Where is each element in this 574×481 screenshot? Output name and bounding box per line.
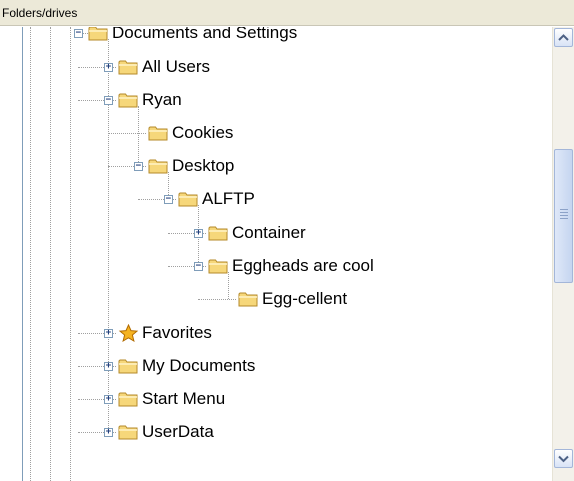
- tree-branch-line: [198, 299, 236, 300]
- expand-icon[interactable]: +: [104, 428, 113, 437]
- arrow-down-icon: [558, 455, 569, 463]
- folder-icon: [88, 27, 109, 42]
- expand-icon[interactable]: +: [104, 395, 113, 404]
- collapse-icon[interactable]: −: [164, 195, 173, 204]
- arrow-up-icon: [558, 34, 569, 41]
- tree-item-desktop[interactable]: Desktop: [172, 156, 234, 176]
- folder-icon: [208, 224, 229, 242]
- scroll-up-button[interactable]: [554, 28, 573, 47]
- folder-icon: [238, 290, 259, 308]
- folder-icon: [118, 357, 139, 375]
- folder-tree[interactable]: − Documents and Settings + All Users − Ryan Co…: [22, 27, 553, 481]
- expand-icon[interactable]: +: [104, 63, 113, 72]
- collapse-icon[interactable]: −: [74, 29, 83, 38]
- folder-icon: [118, 390, 139, 408]
- folder-icon: [118, 58, 139, 76]
- tree-item-start-menu[interactable]: Start Menu: [142, 389, 225, 409]
- scroll-down-button[interactable]: [554, 449, 573, 468]
- folders-drives-header: Folders/drives: [0, 0, 574, 26]
- star-icon: [118, 323, 139, 343]
- expand-icon[interactable]: +: [194, 229, 203, 238]
- folder-icon: [208, 257, 229, 275]
- folder-icon: [118, 91, 139, 109]
- collapse-icon[interactable]: −: [104, 96, 113, 105]
- folder-icon: [148, 157, 169, 175]
- vertical-scrollbar[interactable]: [552, 27, 574, 481]
- collapse-icon[interactable]: −: [134, 162, 143, 171]
- tree-connector-line: [138, 106, 139, 166]
- tree-guide-line: [50, 27, 51, 481]
- tree-connector-line: [228, 272, 229, 299]
- tree-item-egg-cellent[interactable]: Egg-cellent: [262, 289, 347, 309]
- scroll-thumb[interactable]: [554, 149, 573, 283]
- tree-item-ryan[interactable]: Ryan: [142, 90, 182, 110]
- collapse-icon[interactable]: −: [194, 262, 203, 271]
- tree-item-alftp[interactable]: ALFTP: [202, 189, 255, 209]
- tree-guide-line: [30, 27, 31, 481]
- tree-item-all-users[interactable]: All Users: [142, 57, 210, 77]
- tree-item-favorites[interactable]: Favorites: [142, 323, 212, 343]
- panel-title: Folders/drives: [2, 6, 78, 20]
- folder-icon: [118, 423, 139, 441]
- tree-item-eggheads-are-cool[interactable]: Eggheads are cool: [232, 256, 374, 276]
- expand-icon[interactable]: +: [104, 329, 113, 338]
- tree-guide-line: [70, 27, 71, 481]
- folder-icon: [178, 190, 199, 208]
- tree-item-userdata[interactable]: UserData: [142, 422, 214, 442]
- tree-item-cookies[interactable]: Cookies: [172, 123, 233, 143]
- expand-icon[interactable]: +: [104, 362, 113, 371]
- tree-item-container[interactable]: Container: [232, 223, 306, 243]
- tree-branch-line: [108, 133, 146, 134]
- tree-item-my-documents[interactable]: My Documents: [142, 356, 255, 376]
- tree-item-documents-and-settings[interactable]: Documents and Settings: [112, 27, 297, 43]
- folder-icon: [148, 124, 169, 142]
